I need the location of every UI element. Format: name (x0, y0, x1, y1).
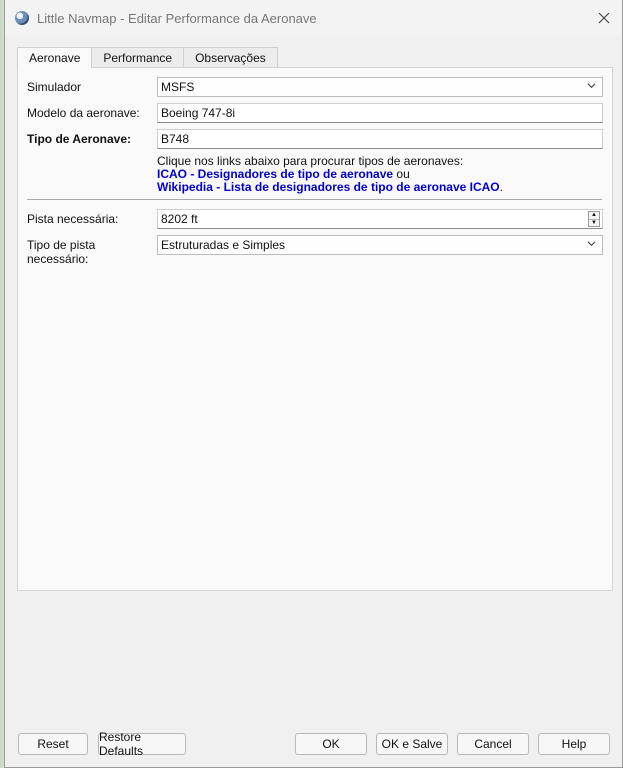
type-input[interactable]: B748 (157, 129, 603, 149)
links-end: . (499, 180, 503, 194)
window-title: Little Navmap - Editar Performance da Ae… (37, 10, 317, 26)
model-value: Boeing 747-8i (161, 106, 236, 120)
spin-down-icon[interactable]: ▼ (589, 218, 599, 227)
help-button[interactable]: Help (538, 733, 610, 755)
reset-button[interactable]: Reset (18, 733, 88, 755)
icao-link[interactable]: ICAO - Designadores de tipo de aeronave (157, 167, 393, 181)
tab-observacoes[interactable]: Observações (183, 47, 278, 67)
model-input[interactable]: Boeing 747-8i (157, 103, 603, 123)
separator (27, 199, 602, 200)
aeronave-panel: Simulador MSFS Modelo da aeronave: Boein… (17, 67, 613, 591)
tab-bar: Aeronave Performance Observações (17, 47, 278, 68)
simulator-label: Simulador (27, 80, 82, 94)
close-button[interactable] (594, 8, 614, 28)
tab-performance[interactable]: Performance (91, 47, 185, 67)
globe-icon (15, 11, 29, 25)
type-label: Tipo de Aeronave: (27, 132, 132, 146)
runway-length-spinbox[interactable]: 8202 ft ▲ ▼ (157, 209, 603, 229)
runway-value: 8202 ft (161, 212, 198, 226)
links-or: ou (393, 167, 410, 181)
ok-button[interactable]: OK (295, 733, 367, 755)
model-label: Modelo da aeronave: (27, 106, 140, 120)
dialog-window: Little Navmap - Editar Performance da Ae… (4, 0, 623, 768)
simulator-row: Simulador (27, 80, 153, 94)
runway-label: Pista necessária: (27, 212, 119, 226)
spin-buttons: ▲ ▼ (588, 211, 600, 227)
type-value: B748 (161, 132, 190, 146)
simulator-select[interactable]: MSFS (157, 77, 603, 97)
runway-type-value: Estruturadas e Simples (161, 238, 286, 252)
runway-type-label: Tipo de pista necessário: (27, 238, 96, 266)
chevron-down-icon (587, 83, 596, 89)
chevron-down-icon (587, 241, 596, 247)
wikipedia-link[interactable]: Wikipedia - Lista de designadores de tip… (157, 180, 500, 194)
cancel-button[interactable]: Cancel (457, 733, 529, 755)
type-row: Tipo de Aeronave: (27, 132, 153, 146)
restore-defaults-button[interactable]: Restore Defaults (98, 730, 186, 758)
tab-aeronave[interactable]: Aeronave (17, 47, 93, 68)
close-icon (598, 12, 610, 24)
ok-save-button[interactable]: OK e Salve (376, 733, 448, 755)
runway-type-row: Tipo de pista necessário: (27, 238, 153, 266)
simulator-value: MSFS (161, 80, 195, 94)
aircraft-type-links: Clique nos links abaixo para procurar ti… (157, 155, 503, 194)
runway-row: Pista necessária: (27, 212, 153, 226)
title-bar: Little Navmap - Editar Performance da Ae… (5, 0, 622, 36)
model-row: Modelo da aeronave: (27, 106, 153, 120)
runway-type-select[interactable]: Estruturadas e Simples (157, 235, 603, 255)
